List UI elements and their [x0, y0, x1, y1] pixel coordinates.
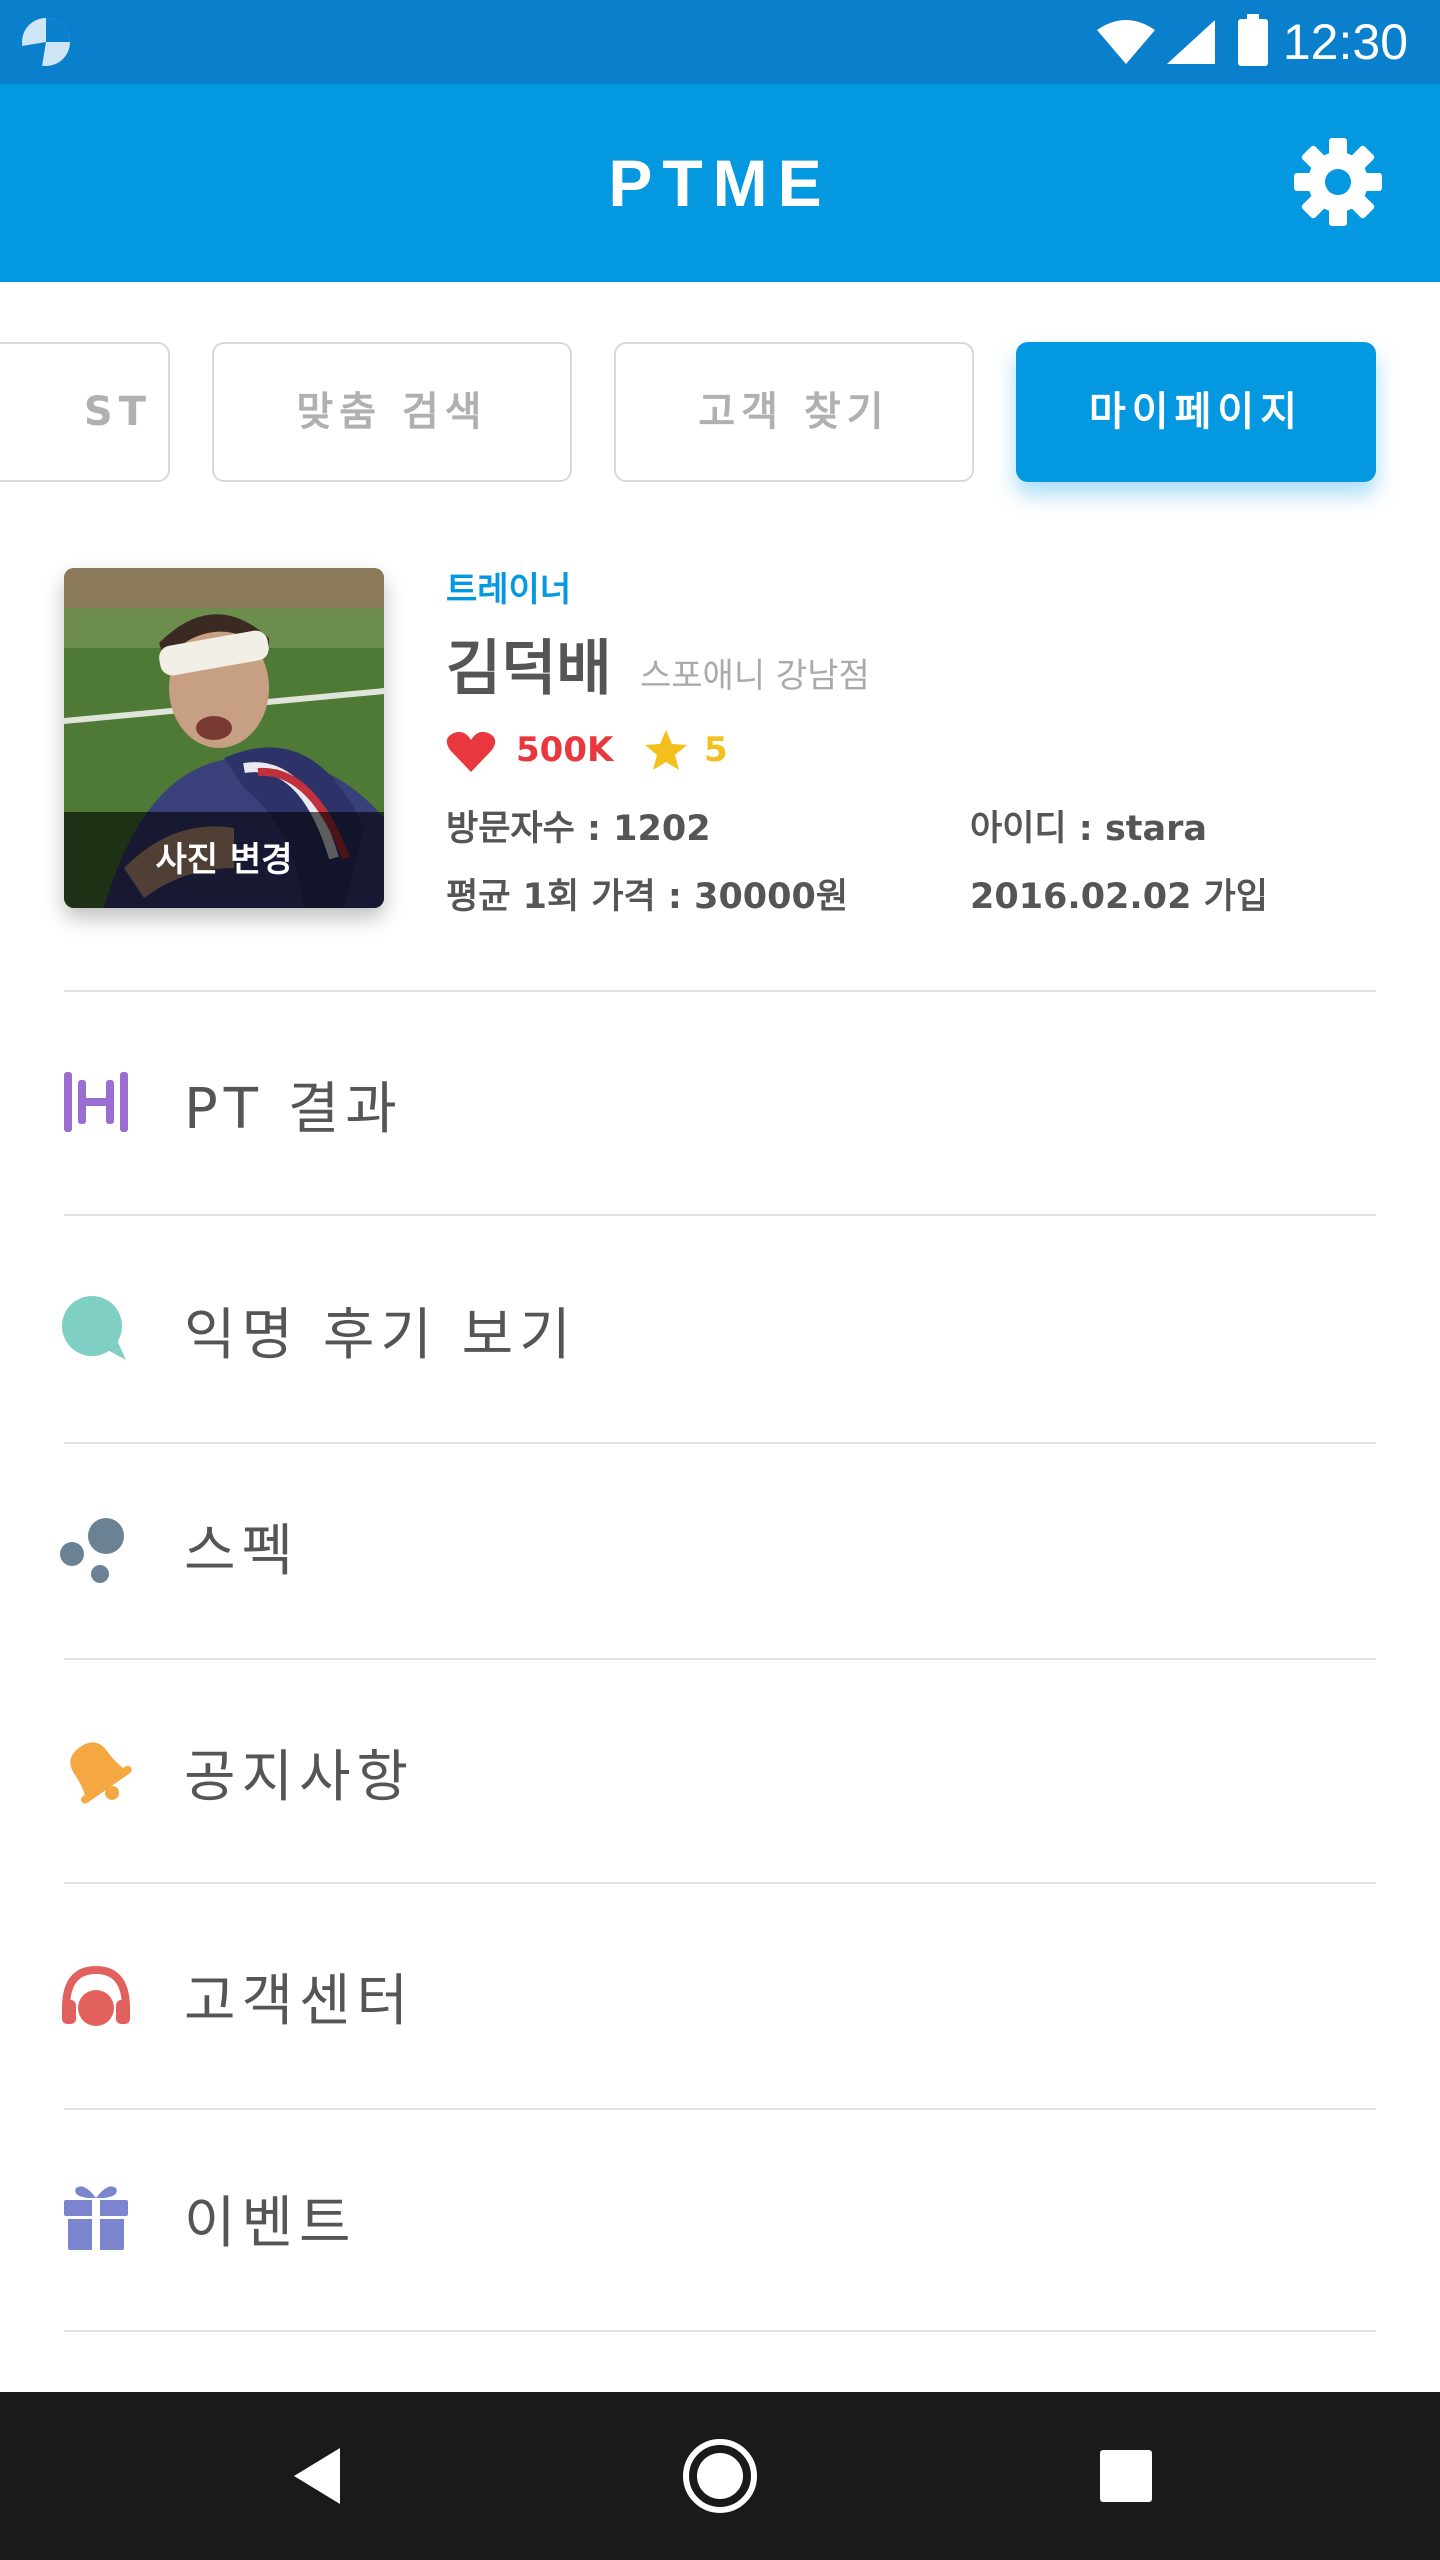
signal-icon [1167, 20, 1215, 64]
status-bar: 12:30 [0, 0, 1440, 84]
recents-icon[interactable] [1086, 2436, 1166, 2516]
menu-item-anonymous-reviews[interactable]: 익명 후기 보기 [0, 1216, 1440, 1442]
wifi-icon [1097, 20, 1155, 64]
menu-item-events[interactable]: 이벤트 [0, 2110, 1440, 2330]
menu-label: 공지사항 [184, 1745, 415, 1810]
bell-icon [70, 1742, 132, 1804]
trainer-name: 김덕배 [446, 634, 612, 704]
dumbbell-icon [64, 1072, 128, 1132]
user-id: 아이디 : stara [970, 809, 1208, 849]
photo-change-button[interactable]: 사진 변경 [64, 812, 384, 908]
bubbles-icon [60, 1518, 124, 1583]
home-icon[interactable] [680, 2436, 760, 2516]
app-logo-icon [22, 18, 70, 66]
back-icon[interactable] [278, 2436, 358, 2516]
tab-custom-search[interactable]: 맞춤 검색 [212, 342, 572, 482]
menu-label: PT 결과 [184, 1077, 403, 1142]
status-time: 12:30 [1282, 14, 1408, 70]
rating-value: 5 [704, 730, 728, 770]
menu-label: 고객센터 [184, 1969, 415, 2034]
menu-item-notices[interactable]: 공지사항 [0, 1660, 1440, 1882]
heart-icon [446, 731, 496, 772]
chat-bubble-icon [62, 1296, 126, 1360]
menu-item-spec[interactable]: 스펙 [0, 1444, 1440, 1658]
app-header: PTME [0, 84, 1440, 282]
profile-photo: 사진 변경 [64, 568, 384, 908]
menu-label: 익명 후기 보기 [184, 1303, 577, 1368]
tab-find-customer[interactable]: 고객 찾기 [614, 342, 974, 482]
gym-name: 스포애니 강남점 [640, 656, 870, 696]
tab-best[interactable]: ST [0, 342, 170, 482]
gift-icon [64, 2186, 128, 2250]
menu-item-customer-center[interactable]: 고객센터 [0, 1884, 1440, 2108]
join-date: 2016.02.02 가입 [970, 877, 1269, 917]
menu-item-pt-results[interactable]: PT 결과 [0, 992, 1440, 1214]
tab-mypage[interactable]: 마이페이지 [1016, 342, 1376, 482]
visitor-count: 방문자수 : 1202 [446, 809, 711, 849]
app-title: PTME [608, 146, 832, 220]
settings-gear-icon[interactable] [1292, 136, 1384, 228]
average-price: 평균 1회 가격 : 30000원 [446, 877, 849, 917]
likes-count: 500K [516, 730, 614, 770]
battery-icon [1238, 14, 1268, 66]
menu-label: 스펙 [184, 1519, 300, 1584]
headset-icon [62, 1965, 130, 2026]
star-icon [645, 730, 687, 770]
menu-label: 이벤트 [184, 2191, 357, 2256]
system-nav-bar [0, 2392, 1440, 2560]
role-label: 트레이너 [446, 570, 572, 610]
divider [64, 2330, 1376, 2332]
